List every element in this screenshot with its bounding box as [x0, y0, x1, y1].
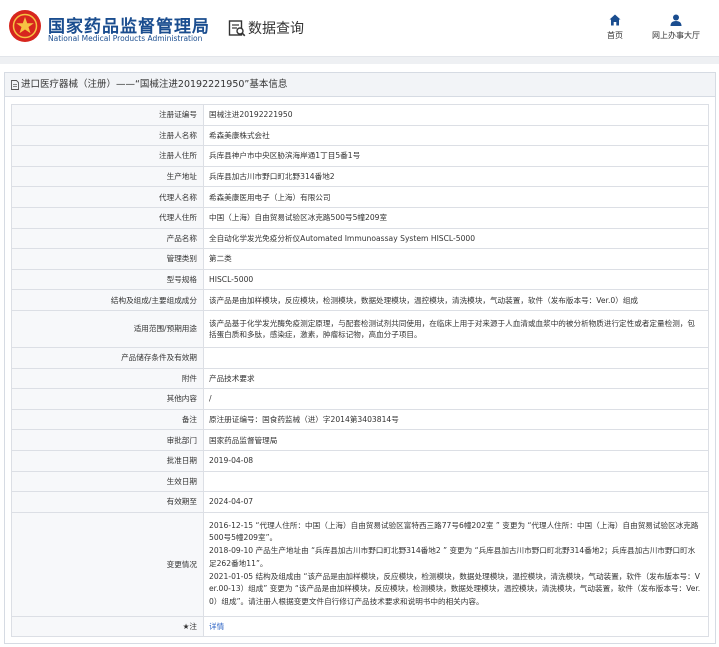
field-value: 产品技术要求: [203, 367, 709, 390]
field-value: 详情: [203, 615, 709, 638]
field-value: 希森美康株式会社: [203, 124, 709, 147]
field-value: 原注册证编号：国食药监械（进）字2014第3403814号: [203, 408, 709, 431]
field-label: 附件: [11, 367, 204, 390]
table-row: 代理人名称 希森美康医用电子（上海）有限公司: [11, 186, 709, 208]
table-row: 型号规格 HISCL-5000: [11, 268, 709, 291]
table-row: 管理类别 第二类: [11, 248, 709, 270]
table-row: 产品名称 全自动化学发光免疫分析仪Automated Immunoassay Sy…: [11, 227, 709, 250]
field-value: 希森美康医用电子（上海）有限公司: [203, 186, 709, 208]
table-row: 其他内容 /: [11, 388, 709, 410]
field-value: [203, 346, 709, 369]
table-row: 代理人住所 中国（上海）自由贸易试验区冰克路500号5幢209室: [11, 206, 709, 229]
field-label: 注册人名称: [11, 124, 204, 147]
table-row: 生产地址 兵库县加古川市野口町北野314番地2: [11, 165, 709, 188]
brand-name-en: National Medical Products Administration: [48, 34, 203, 43]
field-label: 批准日期: [11, 449, 204, 472]
field-value: HISCL-5000: [203, 268, 709, 291]
site-header: 国家药品监督管理局 National Medical Products Admi…: [0, 0, 719, 56]
table-row: 生效日期: [11, 470, 709, 493]
field-label: 代理人住所: [11, 206, 204, 229]
nav-online-hall-label: 网上办事大厅: [652, 31, 700, 40]
field-value: 国家药品监督管理局: [203, 429, 709, 451]
field-label: 注册证编号: [11, 104, 204, 126]
field-value: 该产品基于化学发光酶免疫测定原理，与配套检测试剂共同使用，在临床上用于对来源于人…: [203, 309, 709, 348]
change-history: 2016-12-15 “代理人住所：中国（上海）自由贸易试验区富特西三路77号6…: [203, 511, 709, 617]
home-icon: [609, 14, 621, 26]
registration-info-table: 注册证编号 国械注进20192221950 注册人名称 希森美康株式会社 注册人住所 兵库…: [11, 104, 709, 638]
table-row: 附件 产品技术要求: [11, 367, 709, 390]
field-value: 全自动化学发光免疫分析仪Automated Immunoassay System…: [203, 227, 709, 250]
change-entry: 2021-01-05 结构及组成由 “该产品是由加样模块，反应模块，检测模块，数…: [209, 571, 701, 606]
table-row: 注册人名称 希森美康株式会社: [11, 124, 709, 147]
change-entry: 2016-12-15 “代理人住所：中国（上海）自由贸易试验区富特西三路77号6…: [209, 520, 699, 543]
table-row: 备注 原注册证编号：国食药监械（进）字2014第3403814号: [11, 408, 709, 431]
detail-panel: 进口医疗器械（注册）——“国械注进20192221950”基本信息 注册证编号国…: [4, 72, 716, 644]
field-label: 备注: [11, 408, 204, 431]
field-label: 型号规格: [11, 268, 204, 291]
table-row: 审批部门 国家药品监督管理局: [11, 429, 709, 451]
panel-header: 进口医疗器械（注册）——“国械注进20192221950”基本信息: [5, 73, 715, 97]
field-label: 其他内容: [11, 388, 204, 410]
table-row: 适用范围/预期用途 该产品基于化学发光酶免疫测定原理，与配套检测试剂共同使用，在临…: [11, 309, 709, 348]
table-row: 注册人住所 兵库县神户市中央区胁滨海岸通1丁目5番1号: [11, 145, 709, 167]
field-label: 注册人住所: [11, 145, 204, 167]
section-title: 数据查询: [248, 21, 304, 37]
field-label: 适用范围/预期用途: [11, 309, 204, 348]
change-entry: 2018-09-10 产品生产地址由 “兵库县加古川市野口町北野314番地2 ”…: [209, 546, 696, 568]
nav-home-label: 首页: [607, 31, 623, 40]
document-icon: [11, 79, 19, 90]
table-row-changes: 变更情况 2016-12-15 “代理人住所：中国（上海）自由贸易试验区富特西三路…: [11, 511, 709, 617]
nav-home-button[interactable]: 首页: [600, 14, 630, 41]
field-label: 生效日期: [11, 470, 204, 493]
field-label: 生产地址: [11, 165, 204, 188]
table-row: 产品储存条件及有效期: [11, 346, 709, 369]
table-row: 有效期至 2024-04-07: [11, 491, 709, 513]
field-label: 代理人名称: [11, 186, 204, 208]
nav-online-hall-button[interactable]: 网上办事大厅: [640, 14, 712, 41]
nmpa-emblem-icon[interactable]: [8, 9, 42, 43]
field-value: 第二类: [203, 248, 709, 270]
table-row: 批准日期 2019-04-08: [11, 449, 709, 472]
table-row-note: ★注 详情: [11, 615, 709, 638]
details-link[interactable]: 详情: [209, 622, 224, 631]
header-divider: [0, 56, 719, 64]
field-label: 有效期至: [11, 491, 204, 513]
field-label: 审批部门: [11, 429, 204, 451]
field-label: 产品储存条件及有效期: [11, 346, 204, 369]
field-value: 兵库县加古川市野口町北野314番地2: [203, 165, 709, 188]
data-query-icon: [228, 20, 246, 37]
field-value: /: [203, 388, 709, 410]
panel-title: 进口医疗器械（注册）——“国械注进20192221950”基本信息: [21, 79, 288, 90]
table-row: 结构及组成/主要组成成分 该产品是由加样模块，反应模块，检测模块，数据处理模块，温…: [11, 289, 709, 311]
field-label: 管理类别: [11, 248, 204, 270]
field-label: 变更情况: [11, 511, 204, 617]
field-value: 2019-04-08: [203, 449, 709, 472]
field-label: 结构及组成/主要组成成分: [11, 289, 204, 311]
field-value: [203, 470, 709, 493]
field-value: 兵库县神户市中央区胁滨海岸通1丁目5番1号: [203, 145, 709, 167]
field-value: 2024-04-07: [203, 491, 709, 513]
field-label: ★注: [11, 615, 204, 638]
table-row: 注册证编号 国械注进20192221950: [11, 104, 709, 126]
field-value: 中国（上海）自由贸易试验区冰克路500号5幢209室: [203, 206, 709, 229]
field-value: 国械注进20192221950: [203, 104, 709, 126]
field-label: 产品名称: [11, 227, 204, 250]
user-icon: [670, 14, 682, 26]
field-value: 该产品是由加样模块，反应模块，检测模块，数据处理模块，温控模块，清洗模块，气动装…: [203, 289, 709, 311]
